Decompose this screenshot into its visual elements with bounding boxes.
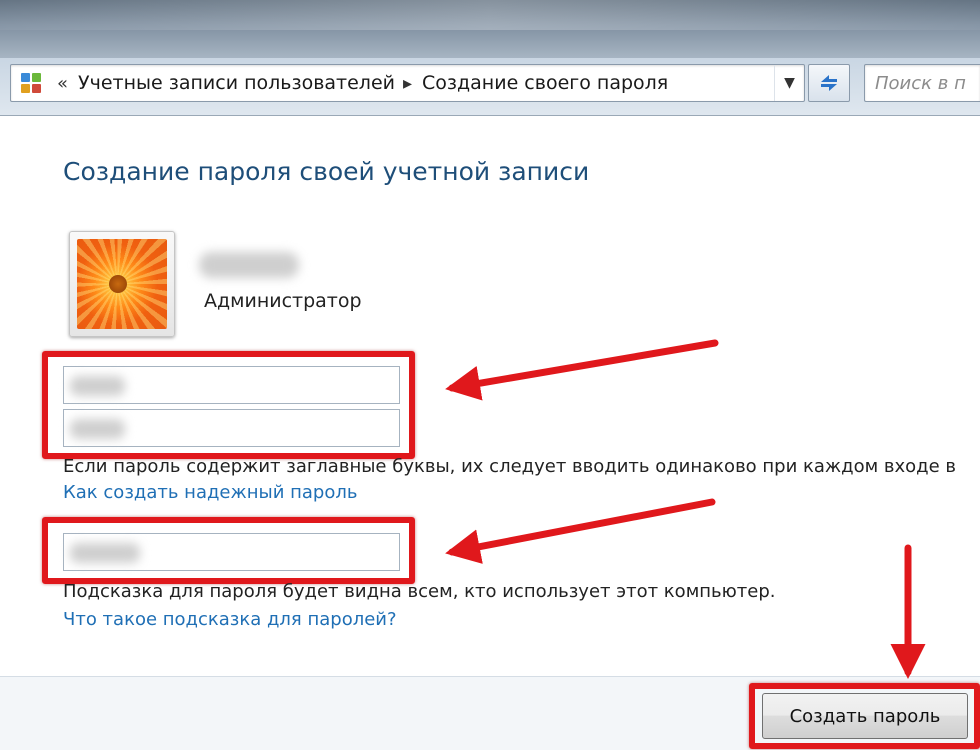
refresh-button[interactable] bbox=[808, 64, 850, 102]
breadcrumb-overflow[interactable]: « bbox=[57, 73, 68, 94]
refresh-icon bbox=[821, 75, 837, 91]
window-title-bar bbox=[0, 0, 980, 60]
breadcrumb-user-accounts[interactable]: Учетные записи пользователей bbox=[78, 72, 395, 94]
search-input[interactable] bbox=[875, 72, 980, 94]
user-role: Администратор bbox=[204, 290, 362, 312]
title-bar-glass bbox=[0, 0, 980, 30]
address-dropdown-button[interactable]: ▼ bbox=[774, 65, 804, 101]
breadcrumb-separator-icon[interactable]: ▸ bbox=[403, 73, 412, 94]
password-hint-input[interactable] bbox=[64, 534, 399, 570]
new-password-input[interactable] bbox=[64, 367, 399, 403]
flower-avatar-image bbox=[77, 239, 167, 329]
control-panel-icon bbox=[15, 68, 49, 98]
case-sensitivity-notice: Если пароль содержит заглавные буквы, их… bbox=[63, 456, 957, 477]
new-password-field[interactable] bbox=[63, 366, 400, 404]
breadcrumb-create-password[interactable]: Создание своего пароля bbox=[422, 72, 668, 94]
page-title: Создание пароля своей учетной записи bbox=[63, 157, 590, 186]
confirm-password-field[interactable] bbox=[63, 409, 400, 447]
avatar bbox=[69, 231, 175, 337]
password-hint-field[interactable] bbox=[63, 533, 400, 571]
create-password-button[interactable]: Создать пароль bbox=[762, 693, 968, 739]
strong-password-link[interactable]: Как создать надежный пароль bbox=[63, 482, 357, 503]
hint-help-link[interactable]: Что такое подсказка для паролей? bbox=[63, 609, 397, 630]
user-name-redacted bbox=[199, 252, 299, 278]
address-bar[interactable]: « Учетные записи пользователей ▸ Создани… bbox=[10, 64, 805, 102]
chevron-down-icon: ▼ bbox=[784, 75, 795, 91]
confirm-password-input[interactable] bbox=[64, 410, 399, 446]
search-box[interactable] bbox=[864, 64, 980, 102]
hint-visibility-notice: Подсказка для пароля будет видна всем, к… bbox=[63, 581, 776, 602]
